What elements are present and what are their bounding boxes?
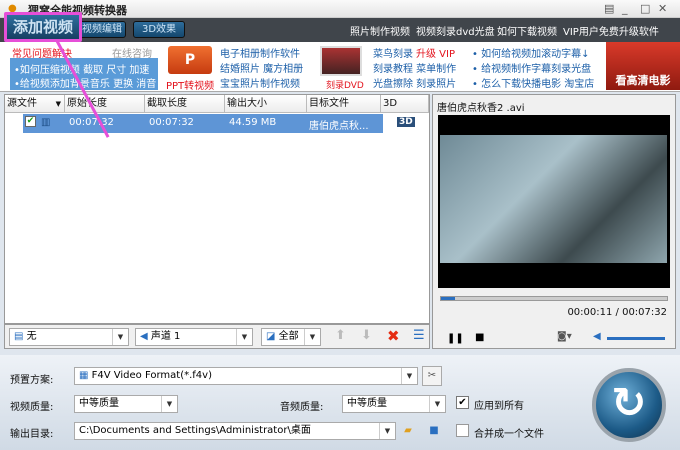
- link-vip-upgrade[interactable]: VIP用户免费升级软件: [563, 23, 659, 38]
- snapshot-camera-icon[interactable]: ◙▾: [557, 331, 572, 342]
- format-icon: ▦: [79, 370, 92, 381]
- video-quality-select[interactable]: 中等质量 ▼: [74, 395, 178, 413]
- tip-link[interactable]: • 给视频制作字幕刻录光盘: [472, 60, 591, 75]
- range-value: 全部: [278, 331, 299, 342]
- upgrade-vip-link[interactable]: 升级 VIP: [416, 45, 455, 60]
- original-length: 00:07:32: [69, 117, 114, 128]
- seek-progress: [441, 297, 455, 300]
- main-toolbar: 视频编辑 3D效果 照片制作视频 视频刻录dvd光盘 如何下载视频 VIP用户免…: [0, 18, 680, 42]
- audio-quality-label: 音频质量:: [280, 402, 324, 413]
- subtitle-value: 无: [26, 331, 37, 342]
- link-photo-video[interactable]: 照片制作视频: [350, 23, 410, 38]
- apply-all-checkbox[interactable]: ✔: [456, 396, 469, 409]
- album-link[interactable]: 宝宝照片制作视频: [220, 75, 300, 90]
- maximize-button[interactable]: □: [640, 2, 650, 15]
- preset-select[interactable]: ▦ F4V Video Format(*.f4v) ▼: [74, 367, 418, 385]
- film-icon: ▥: [41, 117, 51, 128]
- pause-button[interactable]: ❚❚: [447, 333, 464, 344]
- col-original-length[interactable]: 原始长度: [65, 95, 145, 113]
- open-folder-icon[interactable]: ■: [424, 421, 444, 441]
- table-row[interactable]: ▥ 00:07:32 00:07:32 44.59 MB 唐伯虎点秋... 3D: [23, 114, 415, 133]
- album-link[interactable]: 电子相册制作软件: [220, 45, 300, 60]
- link-burn-dvd[interactable]: 视频刻录dvd光盘: [416, 23, 495, 38]
- merge-label: 合并成一个文件: [474, 429, 544, 440]
- output-dir-select[interactable]: C:\Documents and Settings\Administrator\…: [74, 422, 396, 440]
- tip-link[interactable]: • 如何给视频加滚动字幕↓: [472, 45, 589, 60]
- range-select[interactable]: ◪ 全部 ▼: [261, 328, 321, 346]
- ad-banner: 常见问题解决 在线咨询 •如何压缩视频 截取 尺寸 加速 •给视频添加背景音乐 …: [0, 42, 680, 92]
- video-edit-button[interactable]: 视频编辑: [78, 21, 126, 38]
- ppt-icon[interactable]: P: [168, 46, 212, 74]
- clip-length: 00:07:32: [149, 117, 194, 128]
- preset-label: 预置方案:: [10, 375, 54, 386]
- output-dir-value: C:\Documents and Settings\Administrator\…: [79, 425, 311, 436]
- settings-tools-icon[interactable]: ✂: [422, 366, 442, 386]
- col-3d[interactable]: 3D: [381, 95, 429, 113]
- convert-arrow-icon: ↻: [611, 378, 647, 427]
- col-target-file[interactable]: 目标文件: [307, 95, 381, 113]
- col-label: 源文件: [7, 98, 37, 109]
- col-source[interactable]: 源文件 ▼: [5, 95, 65, 113]
- track-toolbar: ▤ 无 ▼ ◀ 声道 1 ▼ ◪ 全部 ▼ ⬆ ⬇ ✖ ☰: [4, 324, 430, 349]
- move-down-arrow-icon[interactable]: ⬇: [361, 328, 372, 343]
- apply-all-label: 应用到所有: [474, 401, 524, 412]
- hd-movie-ad[interactable]: 看高清电影: [606, 42, 680, 90]
- col-clip-length[interactable]: 截取长度: [145, 95, 225, 113]
- dvd-link[interactable]: 光盘擦除 刻录照片: [373, 75, 456, 90]
- delete-icon[interactable]: ✖: [387, 327, 400, 345]
- tip-link[interactable]: • 怎么下载快播电影 淘宝店: [472, 75, 594, 90]
- audio-quality-select[interactable]: 中等质量 ▼: [342, 395, 446, 413]
- move-up-arrow-icon[interactable]: ⬆: [335, 328, 346, 343]
- range-icon: ◪: [266, 331, 279, 342]
- dvd-thumbnail[interactable]: [320, 46, 362, 76]
- sort-chevron-icon: ▼: [55, 100, 61, 108]
- video-quality-label: 视频质量:: [10, 402, 54, 413]
- add-video-button[interactable]: 添加视频: [4, 12, 82, 42]
- seek-slider[interactable]: [440, 296, 668, 301]
- faq-link[interactable]: •给视频添加背景音乐 更换 消音: [14, 75, 156, 90]
- time-display: 00:00:11 / 00:07:32: [567, 307, 667, 318]
- link-download-video[interactable]: 如何下载视频: [497, 23, 557, 38]
- album-link[interactable]: 结婚照片 魔方相册: [220, 60, 303, 75]
- browse-folder-icon[interactable]: ▰: [398, 421, 418, 441]
- output-dir-label: 输出目录:: [10, 429, 54, 440]
- video-frame: [440, 135, 667, 263]
- row-checkbox[interactable]: ✔: [25, 116, 36, 127]
- volume-slider[interactable]: [607, 337, 665, 340]
- subtitle-select[interactable]: ▤ 无 ▼: [9, 328, 129, 346]
- minimize-button[interactable]: _: [622, 2, 628, 15]
- menu-icon[interactable]: ▤: [604, 2, 614, 15]
- burn-dvd-link[interactable]: 刻录DVD: [326, 78, 364, 91]
- target-file: 唐伯虎点秋...: [309, 121, 369, 132]
- dvd-link[interactable]: 刻录教程 菜单制作: [373, 60, 456, 75]
- faq-link[interactable]: •如何压缩视频 截取 尺寸 加速: [14, 61, 149, 76]
- preset-value: F4V Video Format(*.f4v): [91, 370, 212, 381]
- audio-quality-value: 中等质量: [347, 398, 387, 409]
- 3d-effect-button[interactable]: 3D效果: [133, 21, 185, 38]
- output-size: 44.59 MB: [229, 117, 277, 128]
- settings-panel: 预置方案: ▦ F4V Video Format(*.f4v) ▼ ✂ 视频质量:…: [0, 355, 680, 450]
- faq-links: •如何压缩视频 截取 尺寸 加速 •给视频添加背景音乐 更换 消音: [10, 58, 158, 90]
- col-output-size[interactable]: 输出大小: [225, 95, 307, 113]
- file-table: 源文件 ▼ 原始长度 截取长度 输出大小 目标文件 3D ✔ ▥ 00:07:32…: [4, 94, 430, 324]
- speaker-icon: ◀: [140, 331, 151, 342]
- 3d-icon[interactable]: 3D: [397, 117, 415, 127]
- audio-track-select[interactable]: ◀ 声道 1 ▼: [135, 328, 253, 346]
- merge-checkbox[interactable]: [456, 424, 469, 437]
- title-bar: ● 狸窝全能视频转换器 ▤ _ □ ✕: [0, 0, 680, 18]
- subtitle-icon: ▤: [14, 331, 27, 342]
- convert-button[interactable]: ↻: [592, 368, 666, 442]
- audio-track-value: 声道 1: [150, 331, 181, 342]
- preview-filename: 唐伯虎点秋香2 .avi: [437, 103, 525, 114]
- dvd-link[interactable]: 菜鸟刻录: [373, 45, 413, 60]
- stop-button[interactable]: ■: [475, 332, 484, 343]
- clear-list-icon[interactable]: ☰: [413, 328, 425, 343]
- volume-icon[interactable]: ◀: [593, 331, 601, 342]
- video-quality-value: 中等质量: [79, 398, 119, 409]
- ppt-to-video-link[interactable]: PPT转视频: [166, 77, 214, 92]
- close-button[interactable]: ✕: [658, 2, 667, 15]
